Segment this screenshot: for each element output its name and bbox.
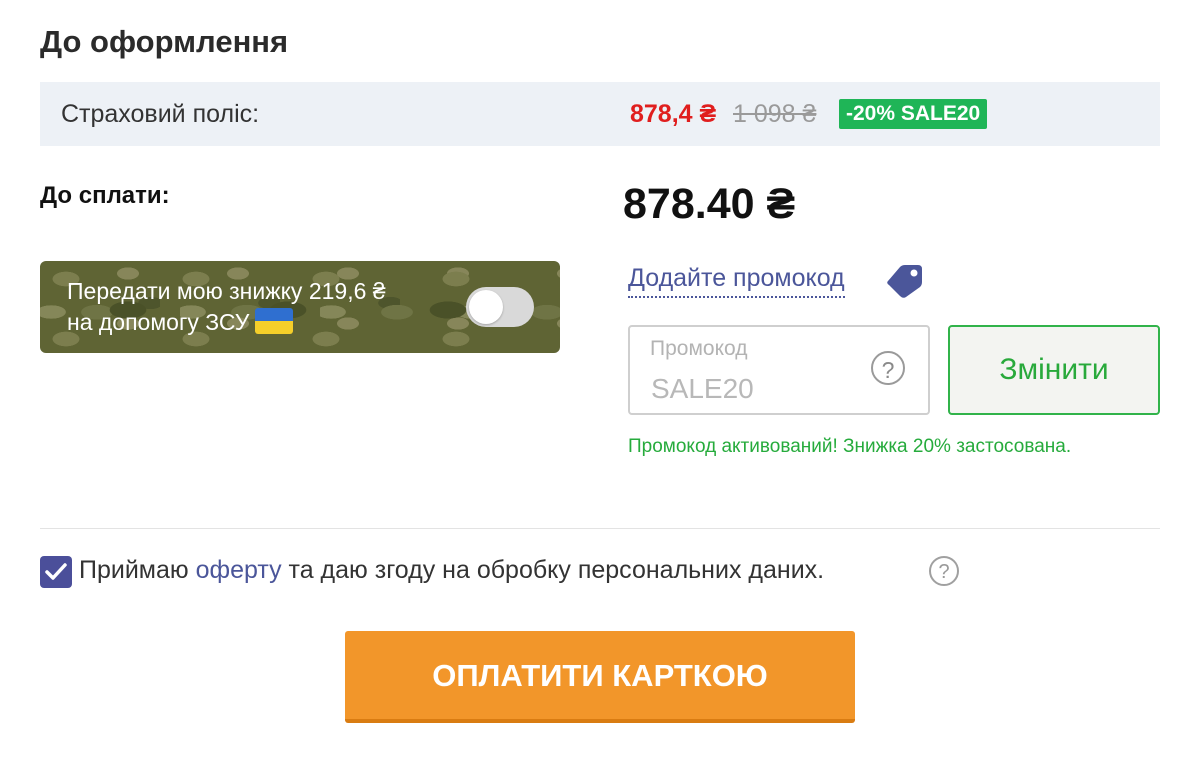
offer-link[interactable]: оферту xyxy=(196,556,282,584)
total-label: До сплати: xyxy=(40,182,170,209)
promo-input-value[interactable]: SALE20 xyxy=(651,373,754,405)
promo-input-box[interactable]: Промокод SALE20 ? xyxy=(628,325,930,415)
consent-text: Приймаю оферту та даю згоду на обробку п… xyxy=(79,556,824,585)
consent-suffix: та даю згоду на обробку персональних дан… xyxy=(288,556,825,584)
promo-help-icon[interactable]: ? xyxy=(871,351,905,385)
donate-text: Передати мою знижку 219,6 ₴ на допомогу … xyxy=(67,276,467,338)
toggle-knob xyxy=(469,290,503,324)
page-title: До оформлення xyxy=(40,24,289,59)
total-amount: 878.40 ₴ xyxy=(623,180,796,228)
policy-row: Страховий поліс: 878,4 ₴ 1 098 ₴ -20% SA… xyxy=(40,82,1160,146)
policy-price-old: 1 098 ₴ xyxy=(733,100,817,128)
discount-badge: -20% SALE20 xyxy=(839,99,988,129)
donate-panel: Передати мою знижку 219,6 ₴ на допомогу … xyxy=(40,261,560,353)
tag-icon xyxy=(887,265,922,298)
promo-success-message: Промокод активований! Знижка 20% застосо… xyxy=(628,436,1072,457)
checkmark-icon xyxy=(45,563,67,580)
donate-toggle[interactable] xyxy=(466,287,534,327)
consent-prefix: Приймаю xyxy=(79,556,189,584)
policy-label: Страховий поліс: xyxy=(61,100,260,128)
add-promo-link[interactable]: Додайте промокод xyxy=(628,264,845,298)
divider xyxy=(40,528,1160,529)
donate-line-1: Передати мою знижку 219,6 ₴ xyxy=(67,278,386,304)
donate-line-2-wrap: на допомогу ЗСУ xyxy=(67,307,467,338)
policy-price-new: 878,4 ₴ xyxy=(630,100,717,128)
change-promo-button[interactable]: Змінити xyxy=(948,325,1160,415)
promo-placeholder: Промокод xyxy=(650,337,748,360)
ukraine-flag-icon xyxy=(255,308,294,334)
consent-help-icon[interactable]: ? xyxy=(929,556,959,586)
consent-checkbox[interactable] xyxy=(40,556,72,588)
donate-line-2: на допомогу ЗСУ xyxy=(67,309,250,335)
pay-by-card-button[interactable]: ОПЛАТИТИ КАРТКОЮ xyxy=(345,631,855,723)
